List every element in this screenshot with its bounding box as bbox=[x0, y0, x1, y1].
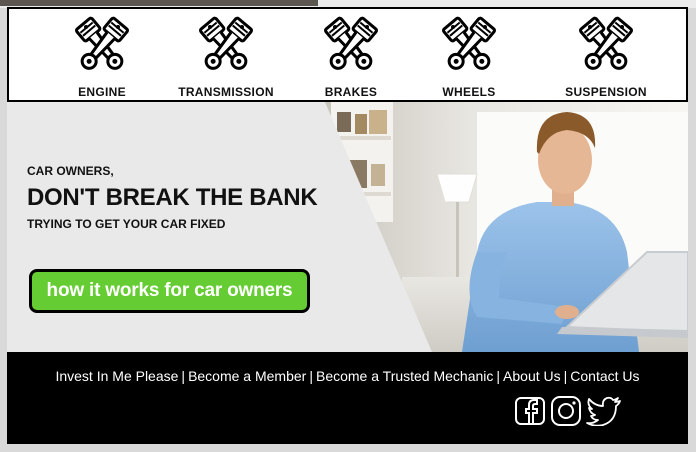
social-links bbox=[514, 394, 622, 428]
instagram-icon[interactable] bbox=[550, 396, 582, 426]
footer-separator: | bbox=[563, 368, 568, 384]
hero-banner: CAR OWNERS, DON'T BREAK THE BANK TRYING … bbox=[7, 102, 688, 352]
footer-link-invest[interactable]: Invest In Me Please bbox=[55, 368, 178, 384]
hero-kicker: CAR OWNERS, bbox=[27, 164, 114, 178]
category-label: TRANSMISSION bbox=[178, 85, 274, 99]
footer-link-trusted-mechanic[interactable]: Become a Trusted Mechanic bbox=[316, 368, 493, 384]
footer-separator: | bbox=[181, 368, 186, 384]
category-wheels[interactable]: WHEELS bbox=[399, 13, 539, 99]
suspension-pistons-icon bbox=[572, 13, 640, 79]
hero-subline: TRYING TO GET YOUR CAR FIXED bbox=[27, 217, 226, 231]
category-label: ENGINE bbox=[78, 85, 126, 99]
footer-link-contact-us[interactable]: Contact Us bbox=[570, 368, 639, 384]
footer-link-become-member[interactable]: Become a Member bbox=[188, 368, 306, 384]
how-it-works-label: how it works for car owners bbox=[46, 280, 293, 301]
category-suspension[interactable]: SUSPENSION bbox=[536, 13, 676, 99]
category-nav: ENGINE TRANSMISSION BRAKES WHEELS SUSPEN… bbox=[7, 7, 688, 102]
footer-links: Invest In Me Please | Become a Member | Beco… bbox=[7, 368, 688, 384]
how-it-works-button[interactable]: how it works for car owners bbox=[29, 269, 310, 313]
engine-pistons-icon bbox=[68, 13, 136, 79]
category-label: SUSPENSION bbox=[565, 85, 647, 99]
footer-link-about-us[interactable]: About Us bbox=[503, 368, 561, 384]
top-strip-dark bbox=[0, 0, 318, 6]
brakes-pistons-icon bbox=[317, 13, 385, 79]
footer-separator: | bbox=[309, 368, 313, 384]
transmission-pistons-icon bbox=[192, 13, 260, 79]
category-label: WHEELS bbox=[442, 85, 496, 99]
hero-headline: DON'T BREAK THE BANK bbox=[27, 184, 318, 211]
facebook-icon[interactable] bbox=[514, 396, 546, 426]
category-transmission[interactable]: TRANSMISSION bbox=[156, 13, 296, 99]
footer-separator: | bbox=[496, 368, 501, 384]
hero-text: CAR OWNERS, DON'T BREAK THE BANK TRYING … bbox=[27, 164, 318, 231]
wheels-pistons-icon bbox=[435, 13, 503, 79]
twitter-icon[interactable] bbox=[586, 396, 622, 426]
footer: Invest In Me Please | Become a Member | Beco… bbox=[7, 352, 688, 444]
category-engine[interactable]: ENGINE bbox=[32, 13, 172, 99]
